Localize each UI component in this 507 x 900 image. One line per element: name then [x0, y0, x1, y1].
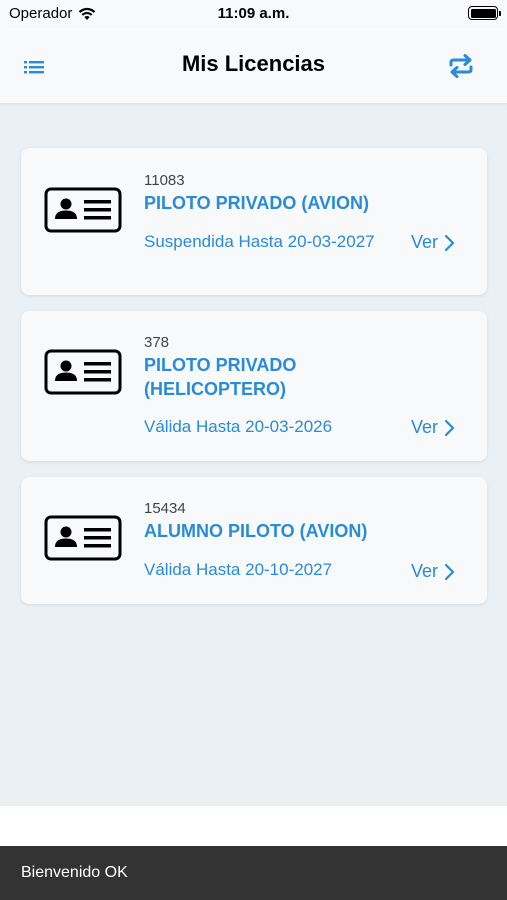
id-card-icon [44, 349, 122, 395]
license-number: 11083 [144, 172, 185, 189]
license-card[interactable]: 378 PILOTO PRIVADO (HELICOPTERO) Válida … [21, 311, 487, 461]
battery-icon [468, 6, 501, 20]
license-status: Suspendida Hasta 20-03-2027 [144, 232, 375, 251]
license-title: ALUMNO PILOTO (AVION) [144, 521, 368, 541]
license-number: 378 [144, 334, 170, 351]
license-card[interactable]: 11083 PILOTO PRIVADO (AVION) Suspendida … [21, 148, 487, 295]
status-time: 11:09 a.m. [217, 5, 290, 22]
chevron-right-icon [444, 234, 455, 251]
view-label: Ver [411, 417, 439, 437]
view-license-button[interactable]: Ver [411, 232, 455, 253]
view-label: Ver [411, 232, 439, 252]
license-number: 15434 [144, 500, 186, 517]
license-title: PILOTO PRIVADO (HELICOPTERO) [144, 355, 297, 399]
view-license-button[interactable]: Ver [411, 417, 455, 438]
toast-notification: Bienvenido OK [0, 846, 507, 900]
id-card-icon [44, 515, 122, 561]
chevron-right-icon [444, 563, 455, 580]
license-card[interactable]: 15434 ALUMNO PILOTO (AVION) Válida Hasta… [21, 477, 487, 604]
sync-arrows-icon[interactable] [447, 52, 475, 80]
view-license-button[interactable]: Ver [411, 561, 455, 582]
view-label: Ver [411, 561, 439, 581]
bottom-area [0, 806, 507, 846]
chevron-right-icon [444, 419, 455, 436]
toast-message: Bienvenido OK [21, 864, 128, 881]
license-title: PILOTO PRIVADO (AVION) [144, 193, 370, 213]
navigation-bar: Mis Licencias [0, 27, 507, 104]
page-title: Mis Licencias [181, 51, 326, 76]
status-bar: Operador 11:09 a.m. [0, 0, 507, 27]
id-card-icon [44, 187, 122, 233]
license-status: Válida Hasta 20-10-2027 [144, 560, 333, 579]
license-status: Válida Hasta 20-03-2026 [144, 417, 333, 436]
